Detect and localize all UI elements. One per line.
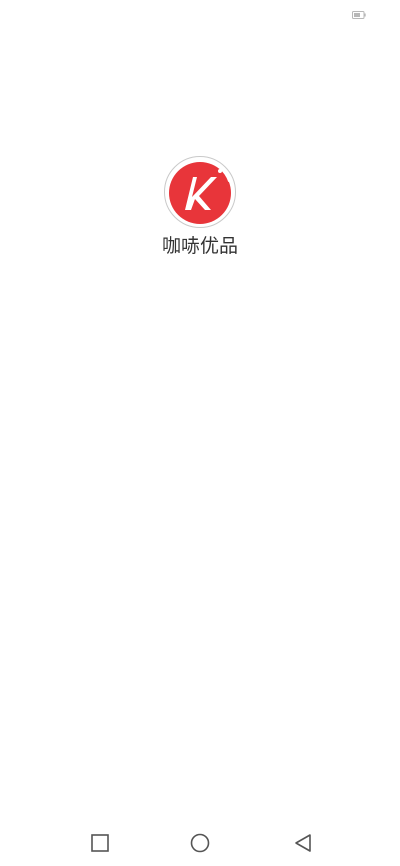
square-icon[interactable] (89, 832, 111, 854)
circle-icon[interactable] (189, 832, 211, 854)
triangle-left-icon[interactable] (292, 832, 314, 854)
battery-icon (352, 11, 366, 19)
navigation-bar (0, 820, 400, 866)
splash-content: 咖哧优品 (0, 155, 400, 265)
app-logo (164, 156, 236, 228)
status-bar (0, 0, 400, 30)
app-name: 咖哧优品 (161, 235, 238, 257)
